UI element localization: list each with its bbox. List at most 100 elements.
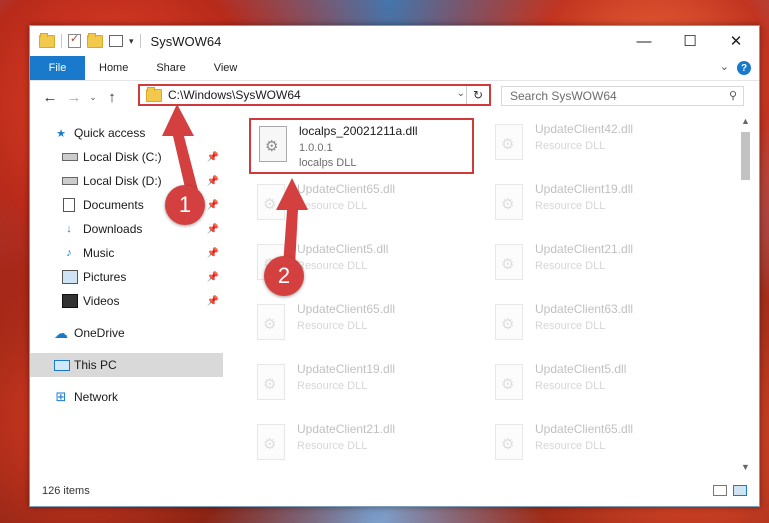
file-tile[interactable]: UpdateClient63.dll Resource DLL (487, 298, 712, 354)
scroll-down-icon[interactable]: ▼ (738, 462, 753, 476)
file-tile[interactable]: UpdateClient19.dll Resource DLL (249, 358, 474, 414)
file-name: UpdateClient21.dll (535, 242, 634, 256)
title-bar: ▾ SysWOW64 — ☐ ✕ (30, 26, 759, 56)
sidebar-item-this-pc[interactable]: This PC (30, 353, 223, 377)
file-tile[interactable]: UpdateClient42.dll Resource DLL (487, 118, 712, 174)
download-icon: ↓ (66, 223, 72, 235)
maximize-button[interactable]: ☐ (667, 26, 713, 56)
sidebar-item-label: Pictures (83, 270, 127, 284)
window-controls: — ☐ ✕ (621, 26, 759, 56)
file-description: Resource DLL (535, 320, 606, 332)
file-description: Resource DLL (297, 320, 368, 332)
refresh-icon[interactable]: ↻ (466, 86, 489, 104)
sidebar-item-label: Downloads (83, 222, 143, 236)
file-name: UpdateClient63.dll (535, 302, 634, 316)
file-tile[interactable]: UpdateClient65.dll Resource DLL (249, 298, 474, 354)
new-folder-icon[interactable] (87, 32, 103, 48)
network-icon: ⊞ (55, 389, 67, 404)
customize-toolbar-chevron-icon[interactable]: ▾ (129, 36, 134, 47)
sidebar-item-label: Documents (83, 198, 144, 212)
file-name: UpdateClient19.dll (297, 362, 396, 376)
search-placeholder[interactable]: Search SysWOW64 (510, 89, 617, 103)
dll-file-icon (495, 304, 523, 340)
sidebar-item-network[interactable]: ⊞ Network (30, 385, 223, 409)
pin-icon[interactable]: 📌 (207, 248, 219, 259)
pin-icon[interactable]: 📌 (207, 200, 219, 211)
file-name: UpdateClient5.dll (535, 362, 627, 376)
pin-icon[interactable]: 📌 (207, 296, 219, 307)
tab-home[interactable]: Home (85, 62, 142, 74)
file-tile[interactable]: UpdateClient21.dll Resource DLL (249, 418, 474, 468)
picture-icon (62, 270, 78, 284)
file-description: Resource DLL (297, 440, 368, 452)
up-button[interactable]: ↑ (100, 89, 124, 106)
sidebar-item-videos[interactable]: Videos 📌 (30, 289, 223, 313)
video-icon (62, 294, 78, 308)
expand-ribbon-chevron-icon[interactable]: ⌄ (720, 60, 729, 73)
recent-locations-button[interactable]: ⌄ (86, 92, 100, 103)
search-icon[interactable]: ⚲ (729, 89, 737, 102)
sidebar-item-music[interactable]: ♪ Music 📌 (30, 241, 223, 265)
navigation-bar: ← → ⌄ ↑ C:\Windows\SysWOW64 ⌄ ↻ Search S… (30, 81, 759, 113)
dll-file-icon (495, 364, 523, 400)
sidebar-item-onedrive[interactable]: ☁ OneDrive (30, 321, 223, 345)
separator (61, 34, 62, 48)
file-description: Resource DLL (535, 200, 606, 212)
tab-share[interactable]: Share (142, 62, 199, 74)
sidebar-item-label: OneDrive (74, 326, 125, 340)
disk-icon (62, 177, 78, 185)
file-name: UpdateClient19.dll (535, 182, 634, 196)
pin-icon[interactable]: 📌 (207, 272, 219, 283)
details-view-icon[interactable] (713, 485, 727, 496)
file-name: localps_20021211a.dll (299, 124, 418, 138)
address-dropdown-chevron-icon[interactable]: ⌄ (457, 88, 465, 99)
minimize-button[interactable]: — (621, 26, 667, 56)
sidebar-item-label: Quick access (74, 126, 146, 140)
dll-file-icon (257, 364, 285, 400)
scroll-up-icon[interactable]: ▲ (738, 116, 753, 130)
sidebar-item-label: Local Disk (D:) (83, 174, 162, 188)
folder-icon[interactable] (39, 32, 55, 48)
file-tile-localps[interactable]: localps_20021211a.dll 1.0.0.1 localps DL… (249, 118, 474, 174)
dll-file-icon (257, 304, 285, 340)
ribbon: File Home Share View ⌄ ? (30, 56, 759, 81)
dll-file-icon (495, 244, 523, 280)
callout-badge-2: 2 (264, 256, 304, 296)
cloud-icon: ☁ (54, 324, 68, 341)
file-tile[interactable]: UpdateClient65.dll Resource DLL (487, 418, 712, 468)
file-description: Resource DLL (535, 440, 606, 452)
vertical-scrollbar[interactable]: ▲ ▼ (738, 116, 753, 476)
properties-check-icon[interactable] (68, 32, 81, 48)
sidebar-item-label: Local Disk (C:) (83, 150, 162, 164)
file-name: UpdateClient65.dll (535, 422, 634, 436)
back-button[interactable]: ← (38, 89, 62, 106)
file-tab[interactable]: File (30, 56, 85, 80)
sidebar-item-label: Music (83, 246, 115, 260)
help-button[interactable]: ? (737, 61, 751, 75)
close-button[interactable]: ✕ (713, 26, 759, 56)
file-description: Resource DLL (535, 140, 606, 152)
sidebar-item-pictures[interactable]: Pictures 📌 (30, 265, 223, 289)
dll-file-icon (495, 424, 523, 460)
pin-icon[interactable]: 📌 (207, 224, 219, 235)
callout-arrow-2 (276, 178, 308, 266)
sidebar-item-label: Network (74, 390, 119, 404)
callout-badge-1: 1 (165, 185, 205, 225)
file-description: Resource DLL (535, 260, 606, 272)
file-tile[interactable]: UpdateClient5.dll Resource DLL (487, 358, 712, 414)
dll-file-icon (495, 124, 523, 160)
file-tile[interactable]: UpdateClient19.dll Resource DLL (487, 178, 712, 234)
dll-file-icon (257, 424, 285, 460)
file-version: 1.0.0.1 (299, 142, 333, 154)
forward-button[interactable]: → (62, 89, 86, 106)
tab-view[interactable]: View (200, 62, 252, 74)
star-icon: ★ (56, 127, 66, 140)
view-props-icon[interactable] (109, 35, 123, 47)
file-tile[interactable]: UpdateClient21.dll Resource DLL (487, 238, 712, 294)
scroll-thumb[interactable] (741, 132, 750, 180)
computer-icon (54, 359, 70, 371)
large-icons-view-icon[interactable] (733, 485, 747, 496)
document-icon (63, 198, 75, 212)
search-box[interactable]: Search SysWOW64 ⚲ (501, 86, 744, 106)
separator (139, 34, 141, 48)
